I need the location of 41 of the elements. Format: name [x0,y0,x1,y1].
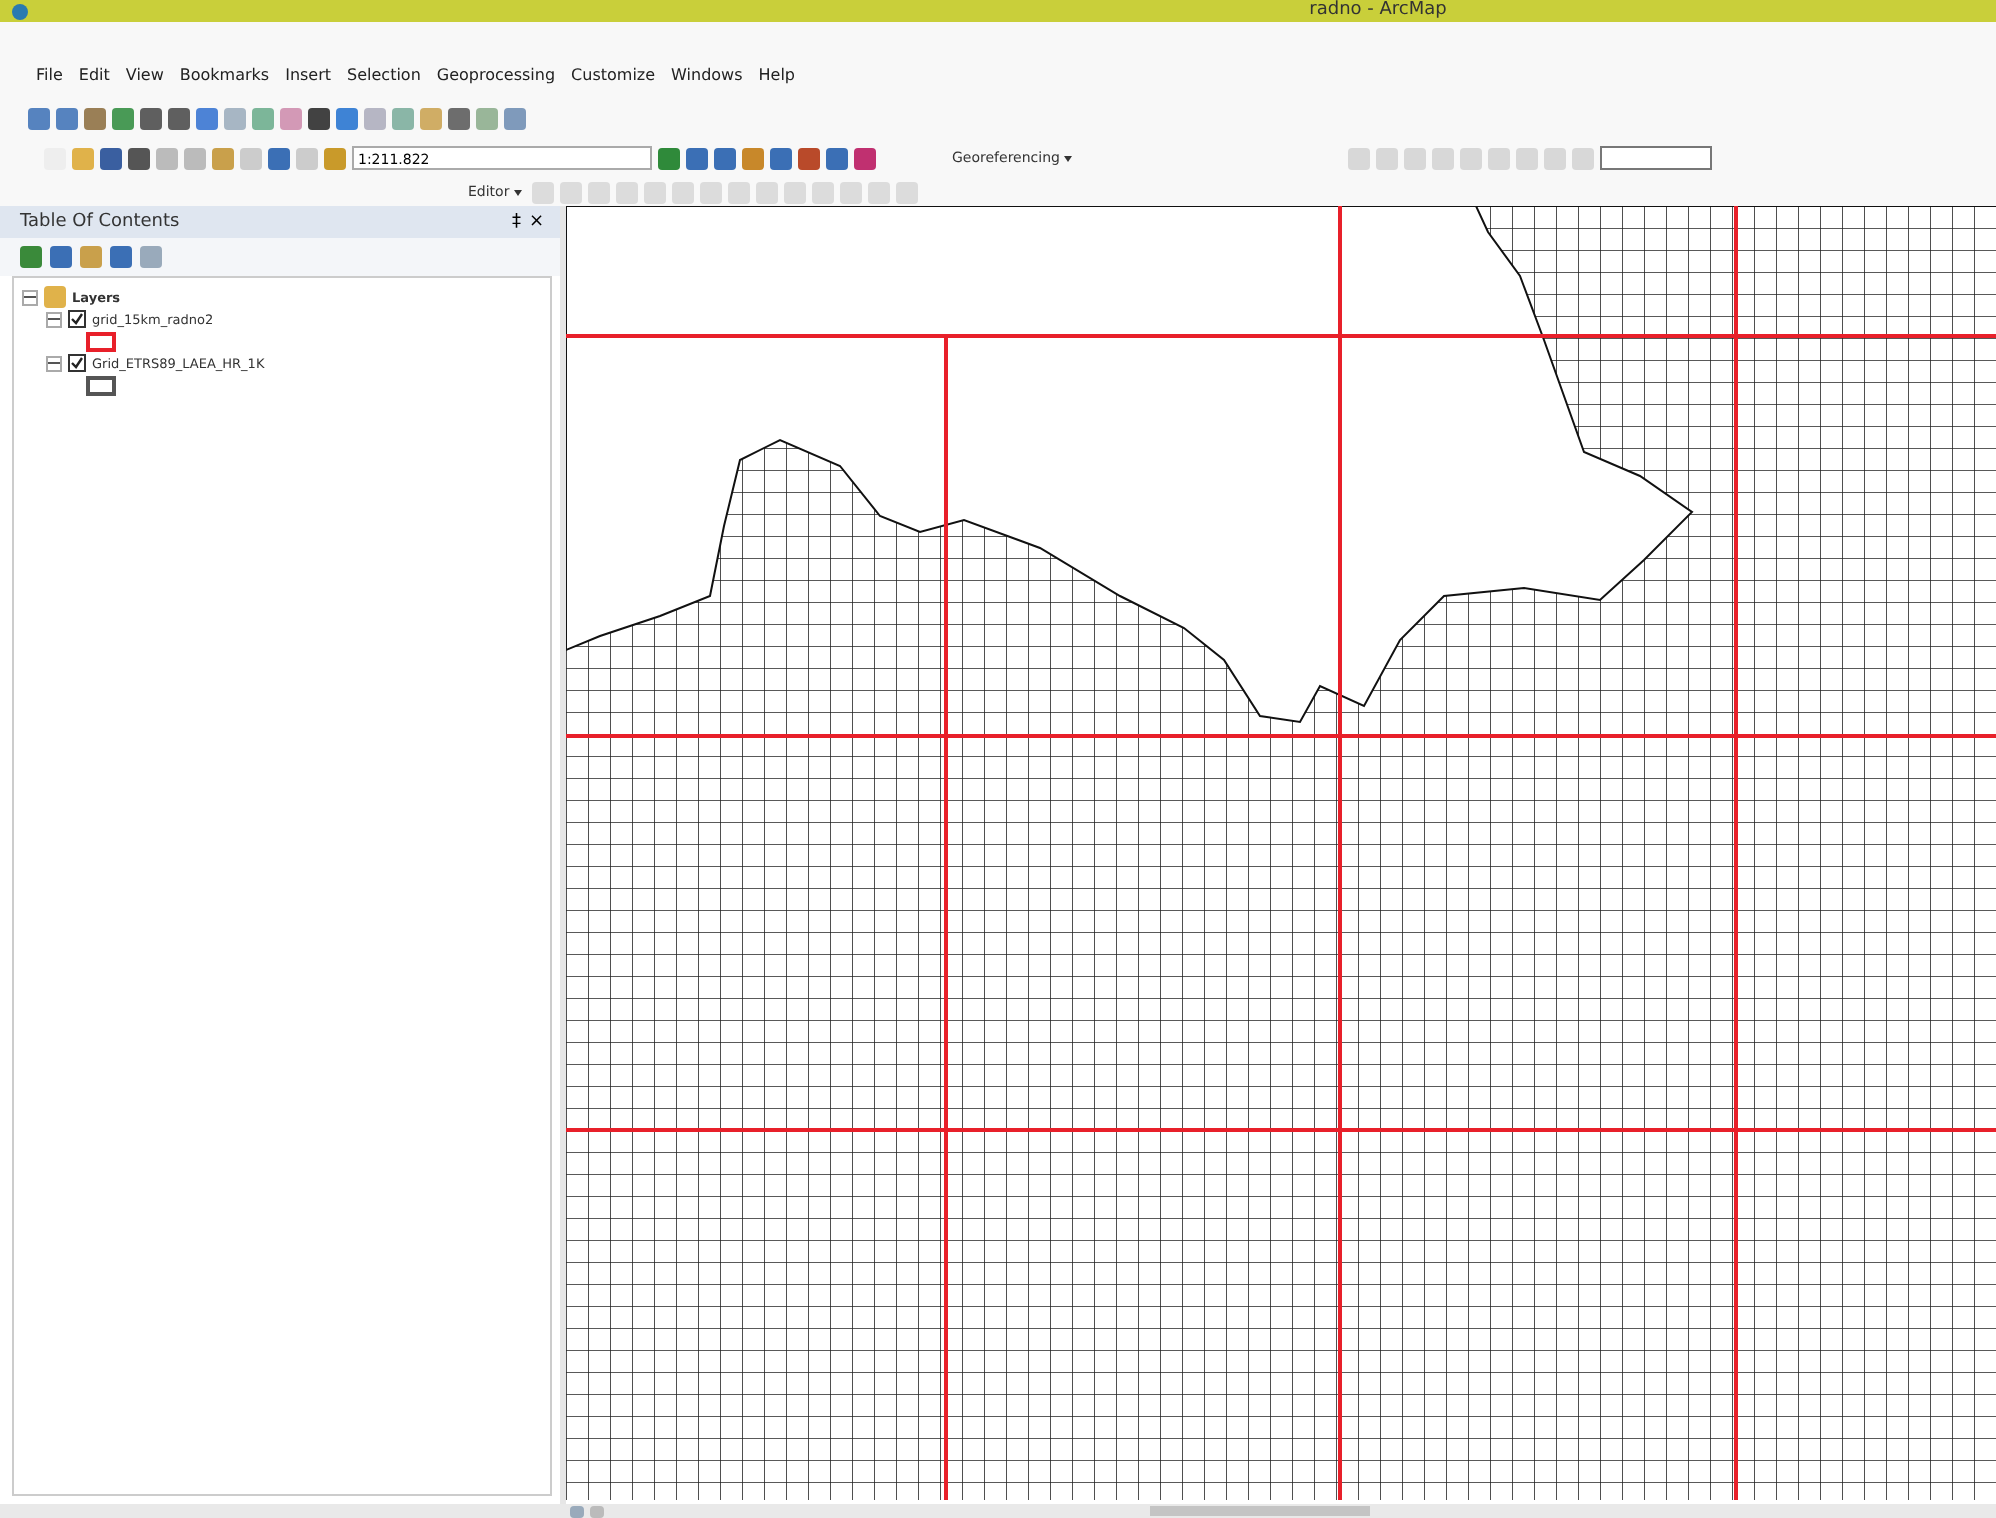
menu-item[interactable]: Edit [78,65,110,83]
menu-item[interactable]: Windows [671,65,743,83]
tool-icon[interactable] [308,107,330,129]
tool-icon[interactable] [140,107,162,129]
tool-icon[interactable] [798,147,820,169]
expand-toggle[interactable] [46,355,62,371]
view-tool-icon[interactable] [20,246,42,268]
tool-icon[interactable] [770,147,792,169]
tool-icon[interactable] [686,147,708,169]
tool-icon[interactable] [168,107,190,129]
close-button[interactable]: × [524,212,548,232]
menu-item[interactable]: Help [758,65,796,83]
tool-icon[interactable] [268,147,290,169]
menu-item[interactable]: Geoprocessing [436,65,556,83]
menu-item[interactable]: Bookmarks [179,65,270,83]
window-title: radno - ArcMap [1307,0,1449,22]
tool-icon[interactable] [128,147,150,169]
menu-item[interactable]: Selection [347,65,421,83]
menu-item[interactable]: View [125,65,164,83]
view-tool-icon[interactable] [80,246,102,268]
input-field[interactable] [1599,146,1712,170]
tool-icon[interactable] [714,147,736,169]
panel-title: Table Of Contents [20,212,180,232]
menu-item[interactable]: File [36,65,63,83]
tool-icon[interactable] [854,147,876,169]
tool-icon[interactable] [658,147,680,169]
tool-icon[interactable] [100,147,122,169]
tool-icon[interactable] [826,147,848,169]
view-tool-icon[interactable] [140,246,162,268]
layer-checkbox[interactable] [68,354,86,372]
menu-item[interactable]: Insert [285,65,332,83]
scrollbar-thumb[interactable] [1150,1506,1370,1516]
menu-item[interactable]: Customize [571,65,656,83]
app-icon [12,3,28,19]
pin-button[interactable]: ‡ [507,212,525,232]
expand-toggle[interactable] [46,311,62,327]
view-tool-icon[interactable] [50,246,72,268]
view-tool-icon[interactable] [110,246,132,268]
layer-checkbox[interactable] [68,310,86,328]
expand-toggle[interactable] [22,289,38,305]
tool-icon[interactable] [448,107,470,129]
